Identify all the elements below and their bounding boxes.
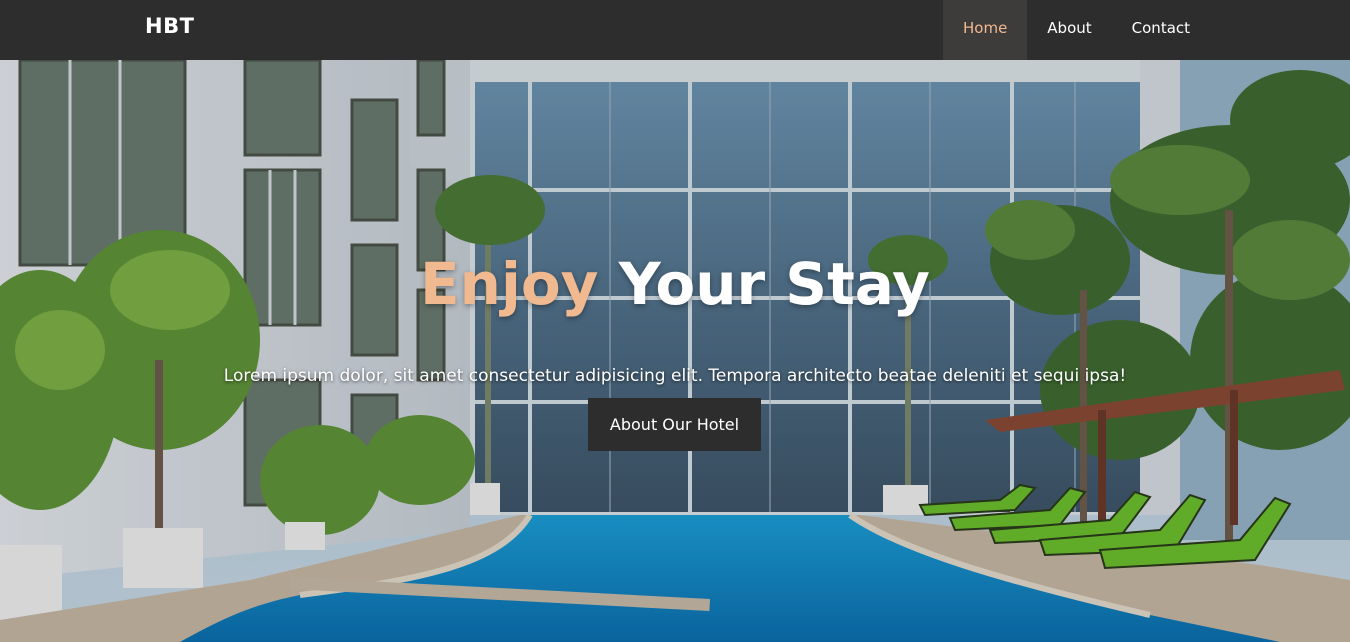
navbar: HBT Home About Contact <box>0 0 1350 60</box>
brand-logo[interactable]: HBT <box>145 14 194 38</box>
hero-overlay <box>0 60 1350 642</box>
headline-accent-word: Enjoy <box>420 250 599 318</box>
nav-links: Home About Contact <box>943 0 1210 60</box>
hero-headline: Enjoy Your Stay <box>0 250 1350 318</box>
nav-link-home[interactable]: Home <box>943 0 1028 60</box>
hero-section: Enjoy Your Stay Lorem ipsum dolor, sit a… <box>0 60 1350 642</box>
hero-subtext: Lorem ipsum dolor, sit amet consectetur … <box>223 366 1127 386</box>
nav-link-about[interactable]: About <box>1027 0 1111 60</box>
about-our-hotel-button[interactable]: About Our Hotel <box>588 398 761 451</box>
headline-rest: Your Stay <box>618 250 930 318</box>
nav-link-contact[interactable]: Contact <box>1112 0 1210 60</box>
